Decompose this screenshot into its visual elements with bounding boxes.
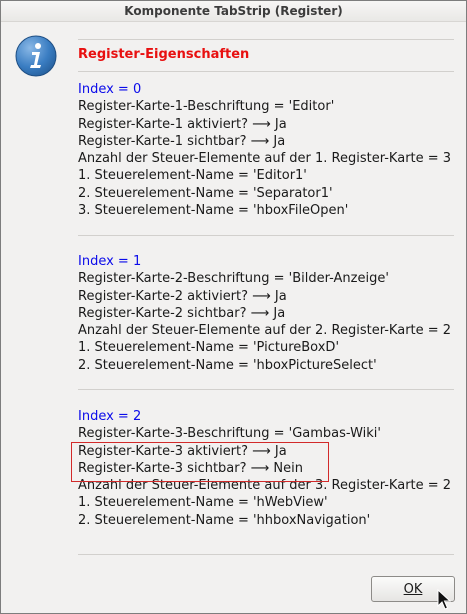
section-line: Register-Karte-2-Beschriftung = 'Bilder-… (78, 271, 389, 287)
section-line: Anzahl der Steuer-Elemente auf der 1. Re… (78, 151, 452, 167)
separator-section-1 (78, 389, 454, 390)
index-label: Index = 2 (78, 409, 142, 424)
mouse-pointer-icon (437, 589, 451, 610)
section-index-1: Index = 1 Register-Karte-2-Beschriftung … (78, 253, 451, 374)
section-line: Register-Karte-1 aktiviert? ⟶ Ja (78, 116, 287, 132)
section-line: Register-Karte-1 sichtbar? ⟶ Ja (78, 133, 286, 149)
separator-heading (78, 71, 454, 72)
section-index-0: Index = 0 Register-Karte-1-Beschriftung … (78, 81, 451, 219)
separator-top (78, 39, 454, 40)
section-line: 1. Steuerelement-Name = 'hWebView' (78, 495, 328, 511)
section-line: Register-Karte-2 aktiviert? ⟶ Ja (78, 288, 287, 304)
index-label: Index = 1 (78, 254, 142, 269)
section-line: Register-Karte-2 sichtbar? ⟶ Ja (78, 305, 286, 321)
section-line: Register-Karte-3-Beschriftung = 'Gambas-… (78, 426, 381, 442)
section-line: Register-Karte-1-Beschriftung = 'Editor' (78, 99, 335, 115)
message-dialog: Komponente TabStrip (Register) Register-… (0, 0, 467, 614)
section-line: 1. Steuerelement-Name = 'PictureBoxD' (78, 340, 340, 356)
separator-bottom (78, 554, 454, 555)
section-line: 2. Steuerelement-Name = 'hboxPictureSele… (78, 357, 377, 373)
section-line: 2. Steuerelement-Name = 'hhboxNavigation… (78, 512, 371, 528)
section-line: 3. Steuerelement-Name = 'hboxFileOpen' (78, 203, 349, 219)
dialog-heading: Register-Eigenschaften (78, 47, 250, 62)
section-line: 2. Steuerelement-Name = 'Separator1' (78, 185, 333, 201)
section-line: Anzahl der Steuer-Elemente auf der 2. Re… (78, 323, 452, 339)
index-label: Index = 0 (78, 82, 142, 97)
ok-button-label: OK (403, 582, 423, 597)
highlight-box (71, 442, 329, 482)
separator-section-0 (78, 235, 454, 236)
section-line: 1. Steuerelement-Name = 'Editor1' (78, 168, 307, 184)
window-title: Komponente TabStrip (Register) (1, 1, 466, 22)
info-icon (15, 35, 57, 77)
